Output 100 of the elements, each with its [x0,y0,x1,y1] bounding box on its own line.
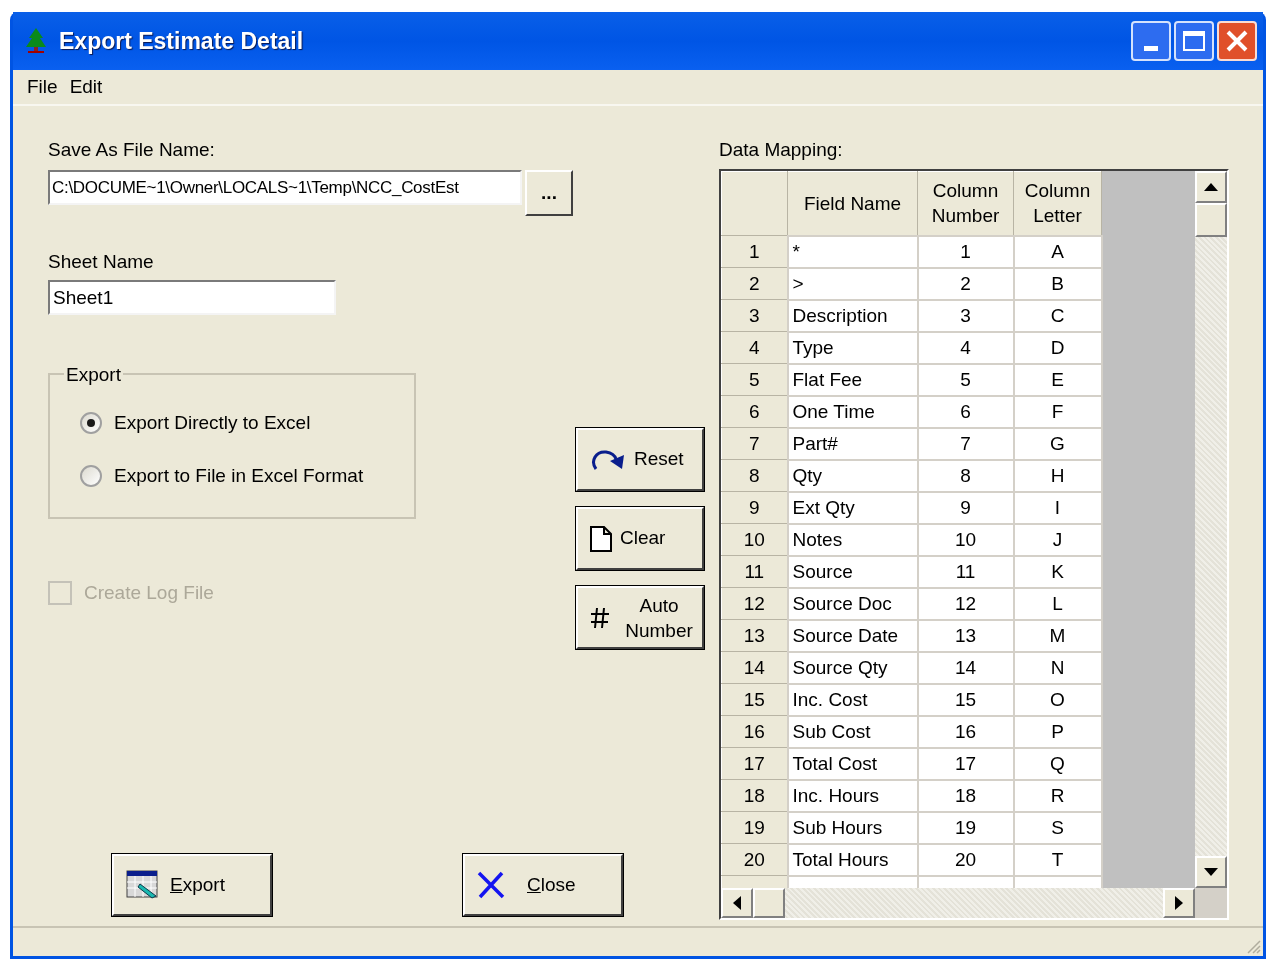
radio-label[interactable]: Export Directly to Excel [114,409,311,438]
table-cell: Qty [787,459,918,492]
export-button[interactable]: Export [112,854,272,916]
row-header[interactable]: 2 [721,267,788,300]
row-header[interactable]: 15 [721,683,788,716]
column-header[interactable]: Column Number [917,171,1014,236]
table-cell: D [1013,331,1102,364]
table-cell: G [1013,427,1102,460]
field-label: Save As File Name: [48,138,216,162]
menu-item[interactable]: File [25,70,60,104]
table-cell: One Time [787,395,918,428]
row-header[interactable]: 14 [721,651,788,684]
table-cell: 4 [917,331,1014,364]
table-cell: R [1013,779,1102,812]
horizontal-scrollbar[interactable] [721,888,1195,918]
row-header[interactable]: 8 [721,459,788,492]
table-cell: 5 [917,363,1014,396]
table-cell: H [1013,459,1102,492]
table-cell: Ext Qty [787,491,918,524]
table-cell: Total Hours [787,843,918,876]
table-cell: E [1013,363,1102,396]
row-header[interactable]: 7 [721,427,788,460]
table-cell: N [1013,651,1102,684]
menu-item[interactable]: Edit [67,70,105,104]
row-header[interactable]: 18 [721,779,788,812]
column-header[interactable]: Column Letter [1013,171,1102,236]
window-title: Export Estimate Detail [59,26,304,56]
table-cell: 6 [917,395,1014,428]
row-header[interactable]: 3 [721,299,788,332]
table-cell: Source Date [787,619,918,652]
tree-icon [23,27,49,55]
table-cell: L [1013,587,1102,620]
table-cell: Source Doc [787,587,918,620]
up-arrow-icon [1204,183,1218,191]
row-header[interactable]: 11 [721,555,788,588]
radio-button[interactable] [80,464,102,487]
scroll-up-button[interactable] [1195,171,1227,203]
close-button[interactable]: Close [463,854,623,916]
vertical-scrollbar[interactable] [1195,171,1227,888]
minimize-button[interactable] [1131,21,1171,61]
row-header[interactable]: 4 [721,331,788,364]
table-cell: Total Cost [787,747,918,780]
clear-button[interactable]: Clear [576,507,704,570]
table-cell: 14 [917,651,1014,684]
sheet-name-field[interactable]: Sheet1 [48,280,336,315]
table-cell: Inc. Cost [787,683,918,716]
table-cell: O [1013,683,1102,716]
table-cell: Notes [787,523,918,556]
table-cell: 18 [917,779,1014,812]
close-icon [1225,29,1249,53]
table-cell: I [1013,491,1102,524]
close-window-button[interactable] [1217,21,1257,61]
scroll-left-button[interactable] [721,888,753,918]
table-cell: Sub Cost [787,715,918,748]
row-header[interactable]: 13 [721,619,788,652]
row-header[interactable]: 16 [721,715,788,748]
browse-button[interactable]: ... [525,170,573,216]
radio-label[interactable]: Export to File in Excel Format [114,461,364,490]
scroll-thumb[interactable] [753,888,785,918]
file-name-field[interactable]: C:\DOCUME~1\Owner\LOCALS~1\Temp\NCC_CostEst [48,170,522,205]
table-cell: > [787,267,918,300]
row-header[interactable]: 5 [721,363,788,396]
table-cell: Source [787,555,918,588]
table-cell: Source Qty [787,651,918,684]
auto-number-button[interactable]: Auto Number [576,586,704,649]
row-header[interactable]: 17 [721,747,788,780]
column-header[interactable]: Field Name [787,171,918,236]
data-grid[interactable] [719,169,1229,920]
row-header[interactable]: 19 [721,811,788,844]
hash-icon [590,605,610,630]
row-header[interactable]: 6 [721,395,788,428]
table-cell: S [1013,811,1102,844]
row-header[interactable]: 9 [721,491,788,524]
row-header[interactable]: 10 [721,523,788,556]
table-cell: Sub Hours [787,811,918,844]
radio-button[interactable] [80,412,102,435]
table-cell: 17 [917,747,1014,780]
table-cell: Type [787,331,918,364]
scroll-thumb[interactable] [1195,203,1227,237]
scroll-right-button[interactable] [1163,888,1195,918]
table-cell: 7 [917,427,1014,460]
scroll-down-button[interactable] [1195,856,1227,888]
blank-page-icon [590,525,612,552]
row-header[interactable]: 1 [721,235,788,268]
table-cell: 13 [917,619,1014,652]
table-cell: Q [1013,747,1102,780]
redo-arrow-icon [590,448,626,471]
grid-corner [721,171,788,236]
table-cell: A [1013,235,1102,268]
row-header[interactable]: 12 [721,587,788,620]
maximize-button[interactable] [1174,21,1214,61]
row-header[interactable]: 20 [721,843,788,876]
table-cell: 1 [917,235,1014,268]
table-cell: Description [787,299,918,332]
table-cell: 15 [917,683,1014,716]
table-cell: M [1013,619,1102,652]
down-arrow-icon [1204,868,1218,876]
table-cell: F [1013,395,1102,428]
reset-button[interactable]: Reset [576,428,704,491]
table-cell: B [1013,267,1102,300]
